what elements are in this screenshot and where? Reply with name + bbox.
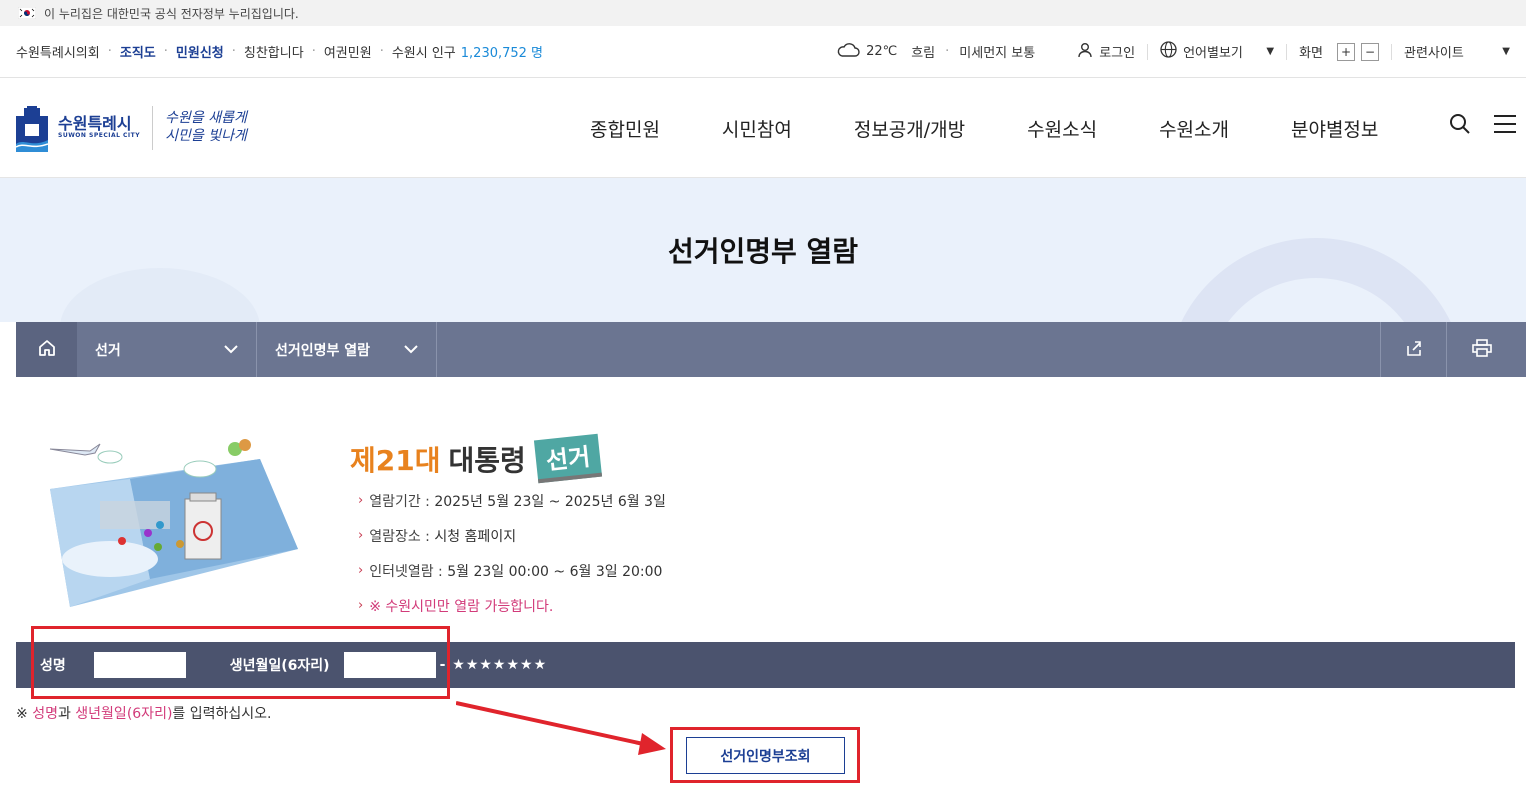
weather-condition: 흐림 bbox=[911, 46, 936, 61]
caret-down-icon: ▼ bbox=[1502, 46, 1510, 57]
temperature: 22℃ bbox=[866, 44, 898, 59]
list-item: › 열람기간 : 2025년 5월 23일 ~ 2025년 6월 3일 bbox=[358, 493, 666, 510]
globe-icon bbox=[1160, 41, 1177, 62]
election-badge: 선거 bbox=[533, 433, 603, 484]
caret-down-icon: ▼ bbox=[1266, 46, 1275, 57]
gnb-item[interactable]: 분야별정보 bbox=[1291, 115, 1378, 142]
login-link[interactable]: 로그인 bbox=[1065, 42, 1147, 62]
chevron-down-icon bbox=[224, 342, 238, 358]
print-button[interactable] bbox=[1446, 322, 1516, 377]
council-link[interactable]: 수원특례시의회 bbox=[16, 42, 100, 61]
chevron-down-icon bbox=[404, 342, 418, 358]
id-mask: - ★★★★★★★ bbox=[439, 657, 548, 673]
utility-bar: 수원특례시의회 · 조직도 · 민원신청 · 칭찬합니다 · 여권민원 · 수원… bbox=[0, 26, 1526, 78]
election-illustration bbox=[40, 429, 302, 609]
passport-link[interactable]: 여권민원 bbox=[324, 42, 372, 61]
cloud-icon bbox=[836, 42, 860, 62]
gnb-item[interactable]: 시민참여 bbox=[722, 115, 792, 142]
election-heading: 제21대 대통령 선거 bbox=[350, 433, 603, 484]
breadcrumb: 선거 선거인명부 열람 bbox=[16, 322, 1526, 377]
related-sites-select[interactable]: 관련사이트 ▼ bbox=[1392, 42, 1510, 61]
main-header: 수원특례시 SUWON SPECIAL CITY 수원을 새롭게 시민을 빛나게… bbox=[0, 78, 1526, 178]
zoom-in-button[interactable]: + bbox=[1337, 42, 1355, 61]
election-title: 대통령 bbox=[448, 443, 526, 477]
praise-link[interactable]: 칭찬합니다 bbox=[244, 42, 304, 61]
gov-banner: 이 누리집은 대한민국 공식 전자정부 누리집입니다. bbox=[0, 0, 1526, 26]
gnb-item[interactable]: 수원소개 bbox=[1159, 115, 1229, 142]
highlight-box bbox=[31, 626, 450, 699]
page-hero: 선거인명부 열람 bbox=[0, 178, 1526, 322]
list-item: › 인터넷열람 : 5월 23일 00:00 ~ 6월 3일 20:00 bbox=[358, 563, 663, 580]
breadcrumb-level2[interactable]: 선거인명부 열람 bbox=[257, 322, 437, 377]
gnb-item[interactable]: 수원소식 bbox=[1027, 115, 1097, 142]
election-number: 제21대 bbox=[350, 443, 441, 477]
page-title: 선거인명부 열람 bbox=[667, 235, 859, 268]
list-item: › 열람장소 : 시청 홈페이지 bbox=[358, 528, 517, 545]
population-value: 1,230,752 명 bbox=[460, 46, 544, 61]
population-label: 수원시 인구 bbox=[391, 46, 456, 61]
breadcrumb-level1-label: 선거 bbox=[95, 342, 121, 359]
gov-banner-text: 이 누리집은 대한민국 공식 전자정부 누리집입니다. bbox=[44, 6, 299, 21]
related-sites-label: 관련사이트 bbox=[1404, 46, 1464, 61]
print-icon bbox=[1471, 338, 1492, 361]
login-label: 로그인 bbox=[1099, 46, 1136, 61]
menu-icon[interactable] bbox=[1492, 112, 1518, 140]
fine-dust: 미세먼지 보통 bbox=[959, 46, 1036, 61]
screen-zoom: 화면 + − bbox=[1287, 42, 1391, 61]
global-nav: 종합민원 시민참여 정보공개/개방 수원소식 수원소개 분야별정보 bbox=[590, 78, 1378, 178]
main-content: 제21대 대통령 선거 › 열람기간 : 2025년 5월 23일 ~ 2025년… bbox=[0, 377, 1526, 801]
weather-widget: 22℃ 흐림 · 미세먼지 보통 bbox=[824, 42, 1047, 62]
home-icon bbox=[37, 338, 57, 362]
gnb-item[interactable]: 정보공개/개방 bbox=[854, 115, 965, 142]
share-icon bbox=[1405, 339, 1423, 361]
home-button[interactable] bbox=[16, 322, 77, 377]
civil-request-link[interactable]: 민원신청 bbox=[176, 42, 224, 61]
voter-lookup-button[interactable]: 선거인명부조회 bbox=[686, 737, 845, 774]
site-logo[interactable]: 수원특례시 SUWON SPECIAL CITY 수원을 새롭게 시민을 빛나게 bbox=[15, 105, 247, 152]
annotation-arrow-icon bbox=[456, 701, 666, 755]
language-label: 언어별보기 bbox=[1183, 46, 1243, 61]
logo-name: 수원특례시 bbox=[58, 114, 132, 134]
share-button[interactable] bbox=[1380, 322, 1446, 377]
screen-label: 화면 bbox=[1299, 46, 1323, 61]
slogan: 수원을 새롭게 시민을 빛나게 bbox=[165, 110, 247, 145]
org-chart-link[interactable]: 조직도 bbox=[120, 42, 156, 61]
slogan-line1: 수원을 새롭게 bbox=[165, 110, 247, 126]
list-item-notice: › ※ 수원시민만 열람 가능합니다. bbox=[358, 598, 554, 615]
gnb-item[interactable]: 종합민원 bbox=[590, 115, 660, 142]
breadcrumb-level2-label: 선거인명부 열람 bbox=[275, 342, 371, 359]
slogan-line2: 시민을 빛나게 bbox=[165, 127, 247, 144]
korea-flag-icon bbox=[17, 6, 37, 20]
language-select[interactable]: 언어별보기 ▼ bbox=[1148, 41, 1286, 62]
logo-subtitle: SUWON SPECIAL CITY bbox=[58, 132, 141, 139]
breadcrumb-level1[interactable]: 선거 bbox=[77, 322, 257, 377]
help-text: ※ 성명과 생년월일(6자리)를 입력하십시오. bbox=[16, 706, 272, 722]
search-icon[interactable] bbox=[1448, 112, 1472, 140]
suwon-logo-icon bbox=[15, 105, 49, 152]
user-icon bbox=[1077, 42, 1093, 62]
zoom-out-button[interactable]: − bbox=[1361, 42, 1379, 61]
election-info-list: › 열람기간 : 2025년 5월 23일 ~ 2025년 6월 3일 › 열람장소… bbox=[358, 483, 666, 623]
